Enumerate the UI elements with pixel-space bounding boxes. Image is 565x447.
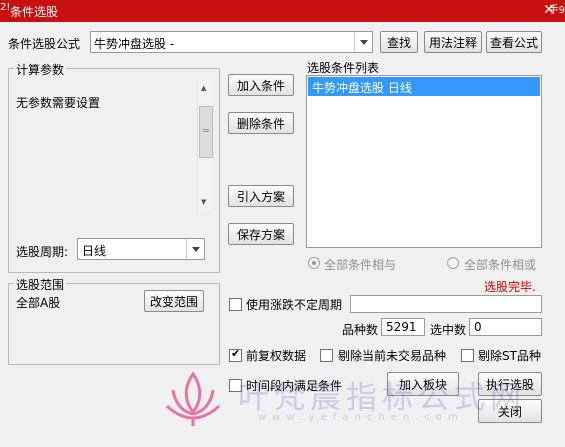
view-formula-button[interactable]: 查看公式 [486, 31, 542, 53]
usage-notes-button[interactable]: 用法注释 [424, 31, 482, 53]
all-and-label: 全部条件相与 [324, 258, 397, 272]
formula-value: 牛势冲盘选股 - [94, 37, 175, 51]
window-title: 条件选股 [10, 5, 59, 19]
all-or-label: 全部条件相或 [464, 258, 537, 272]
scroll-down-icon[interactable]: ▼ [201, 198, 206, 206]
calc-params-legend: 计算参数 [14, 61, 67, 78]
params-scrollbar[interactable]: ▲ ▼ [197, 80, 213, 210]
period-value: 日线 [82, 244, 107, 258]
scroll-thumb[interactable] [199, 106, 213, 158]
watermark-text: 叶梵晨指标公式网 [238, 380, 526, 416]
params-message: 无参数需要设置 [16, 96, 101, 110]
exclude-st-label: 剔除ST品种 [478, 349, 541, 363]
delete-condition-button[interactable]: 删除条件 [228, 112, 294, 134]
period-label: 选股周期: [16, 245, 69, 259]
formula-select[interactable]: 牛势冲盘选股 - [90, 31, 373, 53]
selected-value: 0 [474, 320, 482, 334]
varieties-field: 5291 [381, 318, 425, 336]
all-or-radio[interactable] [447, 257, 459, 269]
pre-adjust-label: 前复权数据 [246, 349, 307, 363]
uncertain-period-input[interactable] [350, 295, 542, 313]
pre-adjust-checkbox[interactable] [229, 347, 242, 362]
selected-label: 选中数 [430, 323, 467, 337]
conditions-list[interactable]: 牛势冲盘选股 日线 [306, 75, 542, 248]
exclude-untraded-checkbox[interactable] [320, 349, 333, 362]
formula-label: 条件选股公式 [8, 37, 81, 51]
import-plan-button[interactable]: 引入方案 [228, 185, 294, 207]
save-plan-button[interactable]: 保存方案 [228, 223, 294, 245]
exclude-st-checkbox[interactable] [461, 349, 474, 362]
add-condition-button[interactable]: 加入条件 [228, 74, 294, 96]
exclude-untraded-label: 剔除当前未交易品种 [338, 349, 447, 363]
conditions-label: 选股条件列表 [307, 61, 380, 75]
corner-fragment-right: 手9 [548, 5, 565, 16]
uncertain-period-checkbox[interactable] [229, 298, 242, 311]
scroll-up-icon[interactable]: ▲ [201, 84, 206, 92]
all-and-radio[interactable] [308, 257, 320, 269]
uncertain-period-label: 使用涨跌不定周期 [246, 298, 343, 312]
find-button[interactable]: 查找 [380, 31, 418, 53]
selected-field: 0 [469, 318, 542, 336]
period-select[interactable]: 日线 [77, 238, 205, 260]
lotus-logo-icon [165, 371, 221, 426]
status-text: 选股完毕. [484, 280, 536, 294]
change-range-button[interactable]: 改变范围 [144, 290, 204, 312]
period-dropdown-icon[interactable] [186, 239, 204, 259]
range-legend: 选股范围 [14, 276, 67, 293]
range-value: 全部A股 [16, 296, 61, 310]
watermark-url: www.yefanchen.com [258, 412, 464, 423]
varieties-value: 5291 [386, 320, 417, 334]
dropdown-arrow-icon[interactable] [354, 32, 372, 52]
condition-item[interactable]: 牛势冲盘选股 日线 [308, 77, 540, 96]
title-bar: 2! 条件选股 ✕ 手9 [0, 0, 565, 22]
varieties-label: 品种数 [342, 323, 379, 337]
corner-fragment-left: 2! [0, 2, 11, 13]
